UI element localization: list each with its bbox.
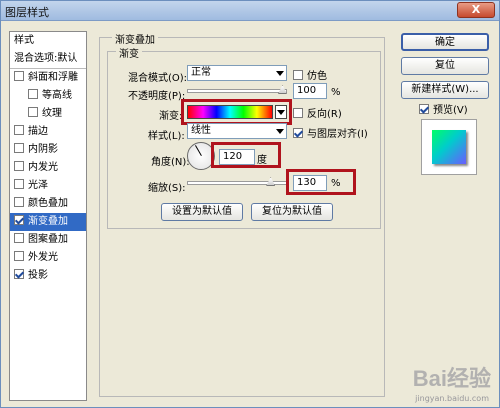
layer-style-dialog: 图层样式 X 样式混合选项:默认斜面和浮雕等高线纹理描边内阴影内发光光泽颜色叠加…	[0, 0, 500, 408]
align-label: 与图层对齐(I)	[307, 129, 368, 140]
sidebar-item-label: 颜色叠加	[28, 198, 68, 209]
checkbox-icon[interactable]	[14, 71, 24, 81]
sidebar-item-label: 等高线	[42, 90, 72, 101]
align-checkbox[interactable]: 与图层对齐(I)	[293, 125, 368, 140]
angle-label: 角度(N):	[151, 157, 190, 168]
sidebar-item[interactable]: 颜色叠加	[10, 195, 86, 213]
section-title: 渐变叠加	[112, 31, 158, 46]
sidebar-item[interactable]: 投影	[10, 267, 86, 285]
sidebar-item[interactable]: 等高线	[10, 87, 86, 105]
sidebar-item[interactable]: 描边	[10, 123, 86, 141]
opacity-slider[interactable]	[187, 89, 287, 93]
chevron-down-icon	[276, 71, 284, 76]
checkbox-icon	[293, 128, 303, 138]
sidebar-item[interactable]: 纹理	[10, 105, 86, 123]
watermark-url: jingyan.baidu.com	[415, 394, 489, 403]
sidebar-item[interactable]: 内阴影	[10, 141, 86, 159]
chevron-down-icon	[276, 129, 284, 134]
blend-mode-dropdown[interactable]: 正常	[187, 65, 287, 81]
highlight-box-scale	[286, 169, 356, 195]
styles-sidebar: 样式混合选项:默认斜面和浮雕等高线纹理描边内阴影内发光光泽颜色叠加渐变叠加图案叠…	[9, 31, 87, 401]
checkbox-icon[interactable]	[28, 89, 38, 99]
style-dropdown[interactable]: 线性	[187, 123, 287, 139]
highlight-box-gradient	[181, 99, 292, 125]
checkbox-icon	[419, 104, 429, 114]
sidebar-item-label: 纹理	[42, 108, 62, 119]
checkbox-icon[interactable]	[14, 215, 24, 225]
sidebar-item[interactable]: 斜面和浮雕	[10, 69, 86, 87]
scale-label: 缩放(S):	[148, 183, 186, 194]
reverse-label: 反向(R)	[307, 109, 342, 120]
sidebar-item-label: 渐变叠加	[28, 216, 68, 227]
reset-default-button[interactable]: 复位为默认值	[251, 203, 333, 221]
highlight-box-angle	[211, 142, 281, 168]
reverse-checkbox[interactable]: 反向(R)	[293, 105, 342, 120]
opacity-percent: %	[331, 87, 341, 98]
sidebar-item-label: 光泽	[28, 180, 48, 191]
checkbox-icon[interactable]	[14, 233, 24, 243]
ok-button[interactable]: 确定	[401, 33, 489, 51]
dither-checkbox[interactable]: 仿色	[293, 67, 327, 82]
reset-button[interactable]: 复位	[401, 57, 489, 75]
preview-swatch	[432, 130, 466, 164]
blend-mode-label: 混合模式(O):	[128, 73, 188, 84]
opacity-input[interactable]: 100	[293, 83, 327, 99]
sidebar-item-label: 样式	[14, 35, 34, 46]
watermark-logo: Bai经验	[412, 366, 491, 391]
checkbox-icon[interactable]	[14, 161, 24, 171]
sidebar-item-label: 内阴影	[28, 144, 58, 155]
dither-label: 仿色	[307, 71, 327, 82]
checkbox-icon[interactable]	[14, 143, 24, 153]
new-style-button[interactable]: 新建样式(W)...	[401, 81, 489, 99]
preview-label: 预览(V)	[433, 105, 468, 116]
checkbox-icon[interactable]	[14, 251, 24, 261]
checkbox-icon[interactable]	[14, 179, 24, 189]
preview-checkbox[interactable]: 预览(V)	[419, 101, 468, 116]
sidebar-item-label: 描边	[28, 126, 48, 137]
group-title: 渐变	[116, 45, 142, 60]
make-default-button[interactable]: 设置为默认值	[161, 203, 243, 221]
style-preview	[421, 119, 477, 175]
window-title: 图层样式	[5, 6, 49, 19]
checkbox-icon[interactable]	[14, 197, 24, 207]
title-bar: 图层样式 X	[1, 1, 499, 21]
sidebar-item[interactable]: 内发光	[10, 159, 86, 177]
sidebar-item[interactable]: 渐变叠加	[10, 213, 86, 231]
sidebar-item-label: 投影	[28, 270, 48, 281]
angle-dial-hand	[195, 145, 202, 156]
gradient-label: 渐变:	[159, 111, 183, 122]
sidebar-item-label: 混合选项:默认	[14, 53, 78, 64]
sidebar-item-label: 外发光	[28, 252, 58, 263]
sidebar-item-label: 内发光	[28, 162, 58, 173]
opacity-label: 不透明度(P):	[128, 91, 186, 102]
sidebar-item[interactable]: 外发光	[10, 249, 86, 267]
checkbox-icon[interactable]	[14, 125, 24, 135]
blend-mode-value: 正常	[191, 67, 211, 78]
sidebar-item[interactable]: 样式	[10, 32, 86, 50]
checkbox-icon[interactable]	[14, 269, 24, 279]
sidebar-item[interactable]: 混合选项:默认	[10, 50, 86, 69]
sidebar-item-label: 图案叠加	[28, 234, 68, 245]
checkbox-icon	[293, 108, 303, 118]
sidebar-item[interactable]: 光泽	[10, 177, 86, 195]
sidebar-item-label: 斜面和浮雕	[28, 72, 78, 83]
close-button[interactable]: X	[457, 2, 495, 18]
style-label: 样式(L):	[148, 131, 185, 142]
checkbox-icon	[293, 70, 303, 80]
style-value: 线性	[191, 125, 211, 136]
sidebar-item[interactable]: 图案叠加	[10, 231, 86, 249]
checkbox-icon[interactable]	[28, 107, 38, 117]
